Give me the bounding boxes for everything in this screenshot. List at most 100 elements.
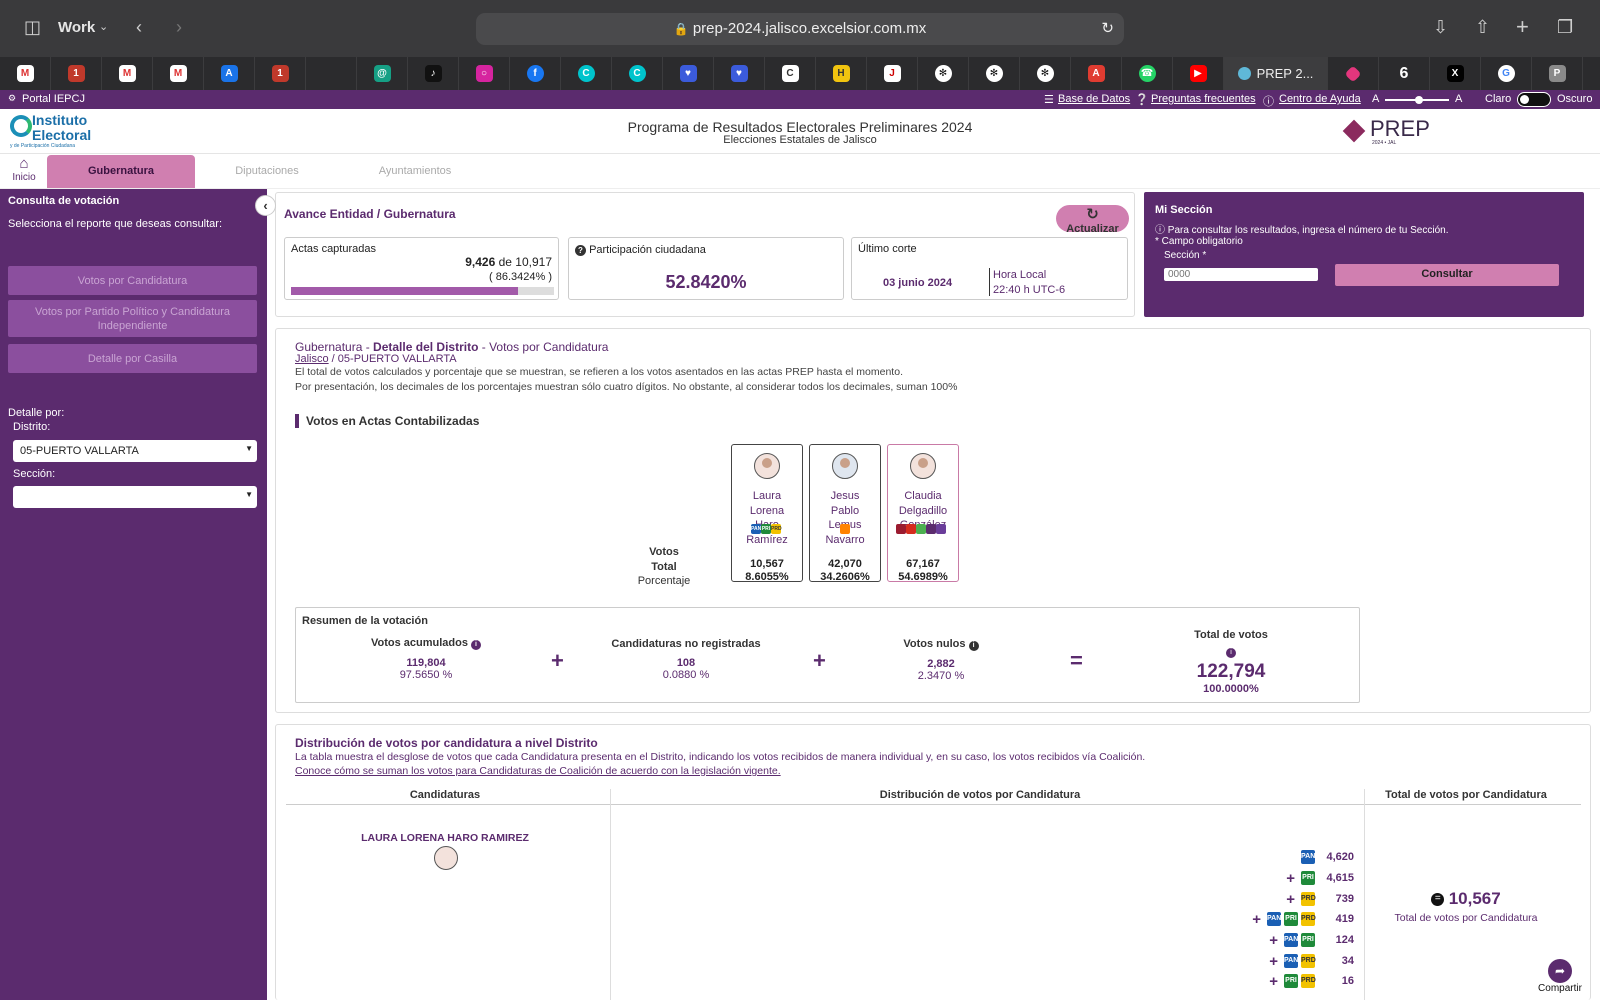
chevron-down-icon[interactable]: ⌄: [99, 20, 108, 33]
tab-app-1[interactable]: @: [357, 57, 408, 90]
prep-logo-text: PREP: [1370, 116, 1430, 141]
collapse-sidebar-button[interactable]: ‹: [255, 195, 276, 216]
tab-x[interactable]: X: [1430, 57, 1481, 90]
info-icon[interactable]: i: [471, 640, 482, 650]
site-topbar: ⚙ Portal IEPCJ ☰ Base de Datos ❔ Pregunt…: [0, 90, 1600, 109]
district-select[interactable]: 05-PUERTO VALLARTA ▼: [13, 440, 257, 462]
candidate-card-delgadillo[interactable]: Claudia Delgadillo González 67,167 54.69…: [887, 444, 959, 583]
forward-icon[interactable]: ›: [176, 17, 182, 38]
question-icon[interactable]: ?: [575, 245, 586, 256]
section-number-input[interactable]: [1164, 268, 1318, 281]
sidebar-prompt: Selecciona el reporte que deseas consult…: [8, 218, 223, 230]
prep-logo[interactable]: PREP 2024 • JAL: [1342, 115, 1434, 149]
prep-logo-sub: 2024 • JAL: [1372, 140, 1397, 146]
back-icon[interactable]: ‹: [136, 17, 142, 38]
tab-gmail[interactable]: M: [0, 57, 51, 90]
detalle-por-casilla-button[interactable]: Detalle por Casilla: [8, 344, 257, 373]
tab-canva-2[interactable]: C: [612, 57, 663, 90]
tab-instagram[interactable]: ○: [459, 57, 510, 90]
tab-canva[interactable]: C: [561, 57, 612, 90]
tab-gmail-2[interactable]: M: [102, 57, 153, 90]
col-total-header: Total de votos por Candidatura: [1385, 789, 1547, 801]
info-icon[interactable]: i: [1226, 648, 1236, 658]
tab-whatsapp[interactable]: ☎: [1122, 57, 1173, 90]
font-size-slider-knob[interactable]: [1415, 96, 1423, 104]
breadcrumb-state-link[interactable]: Jalisco: [295, 353, 329, 365]
breadcrumb: Jalisco / 05-PUERTO VALLARTA: [295, 353, 457, 365]
active-tab-title: PREP 2...: [1256, 66, 1314, 81]
tab-overview-icon[interactable]: ❐: [1557, 17, 1573, 38]
home-button[interactable]: ⌂ Inicio: [8, 156, 40, 184]
tab-app-2[interactable]: C: [765, 57, 816, 90]
tab-ads[interactable]: A: [204, 57, 255, 90]
total-label: Total de votos: [1194, 629, 1268, 641]
info-icon: ⓘ: [1155, 225, 1165, 236]
tab-facebook[interactable]: f: [510, 57, 561, 90]
tab-app-3[interactable]: H: [816, 57, 867, 90]
row-votes: 419: [1335, 913, 1354, 925]
tab-diputaciones[interactable]: Diputaciones: [207, 155, 327, 188]
tab-app-4[interactable]: J: [867, 57, 918, 90]
database-link[interactable]: Base de Datos: [1058, 93, 1130, 105]
tab-app-6[interactable]: 6: [1379, 57, 1430, 90]
candidate-card-haro[interactable]: Laura Lorena Haro Ramírez PANPRIPRD 10,5…: [731, 444, 803, 583]
tab-chatgpt[interactable]: ✻: [918, 57, 969, 90]
tab-blank[interactable]: [306, 57, 357, 90]
actas-count: 9,426: [465, 255, 496, 269]
nulos-block: Votos nulos i 2,882 2.3470 %: [876, 638, 1006, 682]
tab-prep-active[interactable]: PREP 2...: [1224, 57, 1328, 90]
help-link[interactable]: Centro de Ayuda: [1279, 93, 1361, 105]
tab-acrobat[interactable]: A: [1071, 57, 1122, 90]
theme-toggle-knob: [1520, 95, 1529, 104]
share-button[interactable]: ➦ Compartir: [1530, 957, 1590, 997]
tab-chatgpt-3[interactable]: ✻: [1020, 57, 1071, 90]
reload-icon[interactable]: ↻: [1101, 13, 1114, 45]
section-select[interactable]: ▼: [13, 486, 257, 508]
section-label: Sección:: [13, 468, 56, 480]
address-bar[interactable]: 🔒 prep-2024.jalisco.excelsior.com.mx ↻: [476, 13, 1124, 45]
profile-name[interactable]: Work: [58, 19, 95, 36]
font-small-label: A: [1372, 93, 1380, 105]
refresh-button[interactable]: ↻ Actualizar: [1056, 205, 1129, 235]
tab-heart[interactable]: ♥: [663, 57, 714, 90]
detalle-note-1: El total de votos calculados y porcentaj…: [295, 366, 903, 378]
tab-google[interactable]: G: [1481, 57, 1532, 90]
coalition-rules-link[interactable]: Conoce cómo se suman los votos para Cand…: [295, 765, 781, 777]
mi-seccion-title: Mi Sección: [1155, 204, 1213, 216]
tab-news[interactable]: 1: [51, 57, 102, 90]
theme-toggle[interactable]: [1517, 92, 1551, 107]
cut-date: 03 junio 2024: [883, 277, 953, 289]
candidate-card-lemus[interactable]: Jesus Pablo Lemus Navarro 42,070 34.2606…: [809, 444, 881, 583]
info-icon[interactable]: i: [968, 641, 979, 651]
tab-ayuntamientos[interactable]: Ayuntamientos: [355, 155, 475, 188]
actas-progress-fill: [291, 287, 519, 295]
avatar: [754, 453, 780, 479]
font-large-label: A: [1455, 93, 1463, 105]
actas-of: de 10,917: [498, 255, 552, 269]
votos-por-partido-button[interactable]: Votos por Partido Político y Candidatura…: [8, 300, 257, 337]
download-icon[interactable]: ⇩: [1433, 17, 1448, 38]
actas-box: Actas capturadas 9,426 de 10,917 ( 86.34…: [284, 237, 559, 300]
tab-app-5[interactable]: [1328, 57, 1379, 90]
consultar-button[interactable]: Consultar: [1335, 264, 1559, 286]
new-tab-icon[interactable]: +: [1516, 14, 1529, 40]
votos-por-candidatura-button[interactable]: Votos por Candidatura: [8, 266, 257, 295]
font-size-slider[interactable]: [1385, 96, 1449, 104]
votos-actas-title: Votos en Actas Contabilizadas: [295, 414, 479, 428]
sidebar-toggle-icon[interactable]: ◫: [24, 17, 41, 38]
tab-heart-2[interactable]: ♥: [714, 57, 765, 90]
share-icon[interactable]: ⇧: [1475, 17, 1490, 38]
lock-icon: 🔒: [673, 22, 689, 36]
pan-logo-icon: PAN: [1301, 850, 1315, 864]
portal-link[interactable]: Portal IEPCJ: [22, 93, 85, 105]
tab-tiktok[interactable]: ♪: [408, 57, 459, 90]
cut-time: 22:40 h UTC-6: [993, 284, 1066, 296]
table-row-candidate-name: LAURA LORENA HARO RAMIREZ: [361, 832, 529, 844]
tab-gubernatura[interactable]: Gubernatura: [47, 155, 195, 188]
tab-news-2[interactable]: 1: [255, 57, 306, 90]
faq-link[interactable]: Preguntas frecuentes: [1151, 93, 1256, 105]
tab-chatgpt-2[interactable]: ✻: [969, 57, 1020, 90]
tab-profile[interactable]: P: [1532, 57, 1583, 90]
tab-gmail-3[interactable]: M: [153, 57, 204, 90]
tab-youtube[interactable]: ▶: [1173, 57, 1224, 90]
